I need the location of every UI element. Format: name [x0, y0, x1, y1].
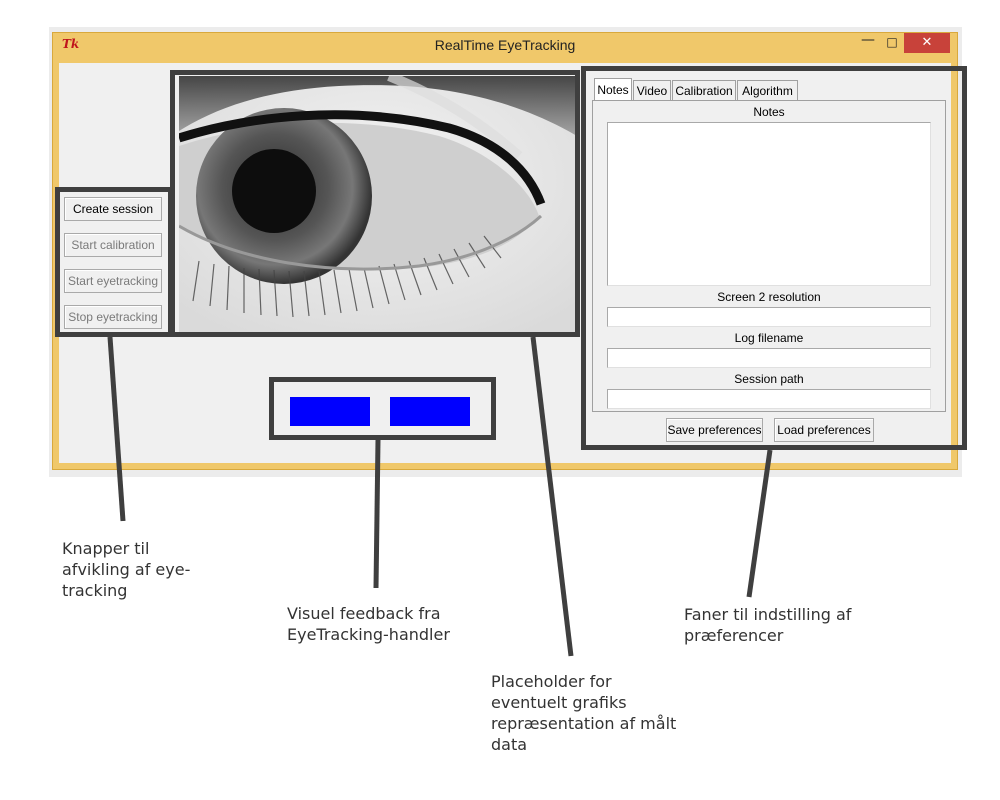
caption-tabs: Faner til indstilling af præferencer — [684, 605, 852, 645]
connector-buttons — [107, 336, 126, 522]
caption-buttons: Knapper til afvikling af eye- tracking — [62, 539, 191, 600]
connector-tabs — [746, 449, 773, 598]
connector-feedback — [373, 439, 381, 589]
caption-placeholder: Placeholder for eventuelt grafiks repræs… — [491, 672, 677, 754]
caption-feedback: Visuel feedback fra EyeTracking-handler — [287, 604, 450, 644]
connector-placeholder — [530, 336, 574, 657]
